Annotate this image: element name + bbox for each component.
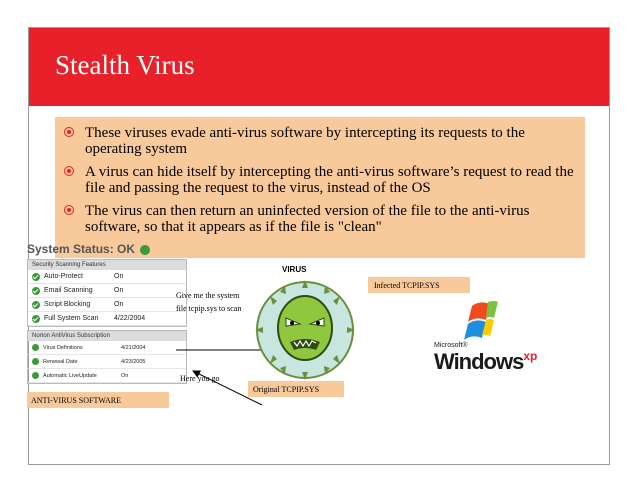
windows-flag-icon — [464, 301, 498, 340]
windows-xp-logo: Microsoft® Windowsxp — [434, 342, 538, 374]
infected-file-label: Infected TCPIP.SYS — [368, 277, 470, 293]
virus-icon — [255, 280, 355, 380]
virus-label: VIRUS — [282, 265, 307, 274]
original-file-label: Original TCPIP.SYS — [248, 381, 344, 397]
flow-arrows — [176, 346, 286, 406]
